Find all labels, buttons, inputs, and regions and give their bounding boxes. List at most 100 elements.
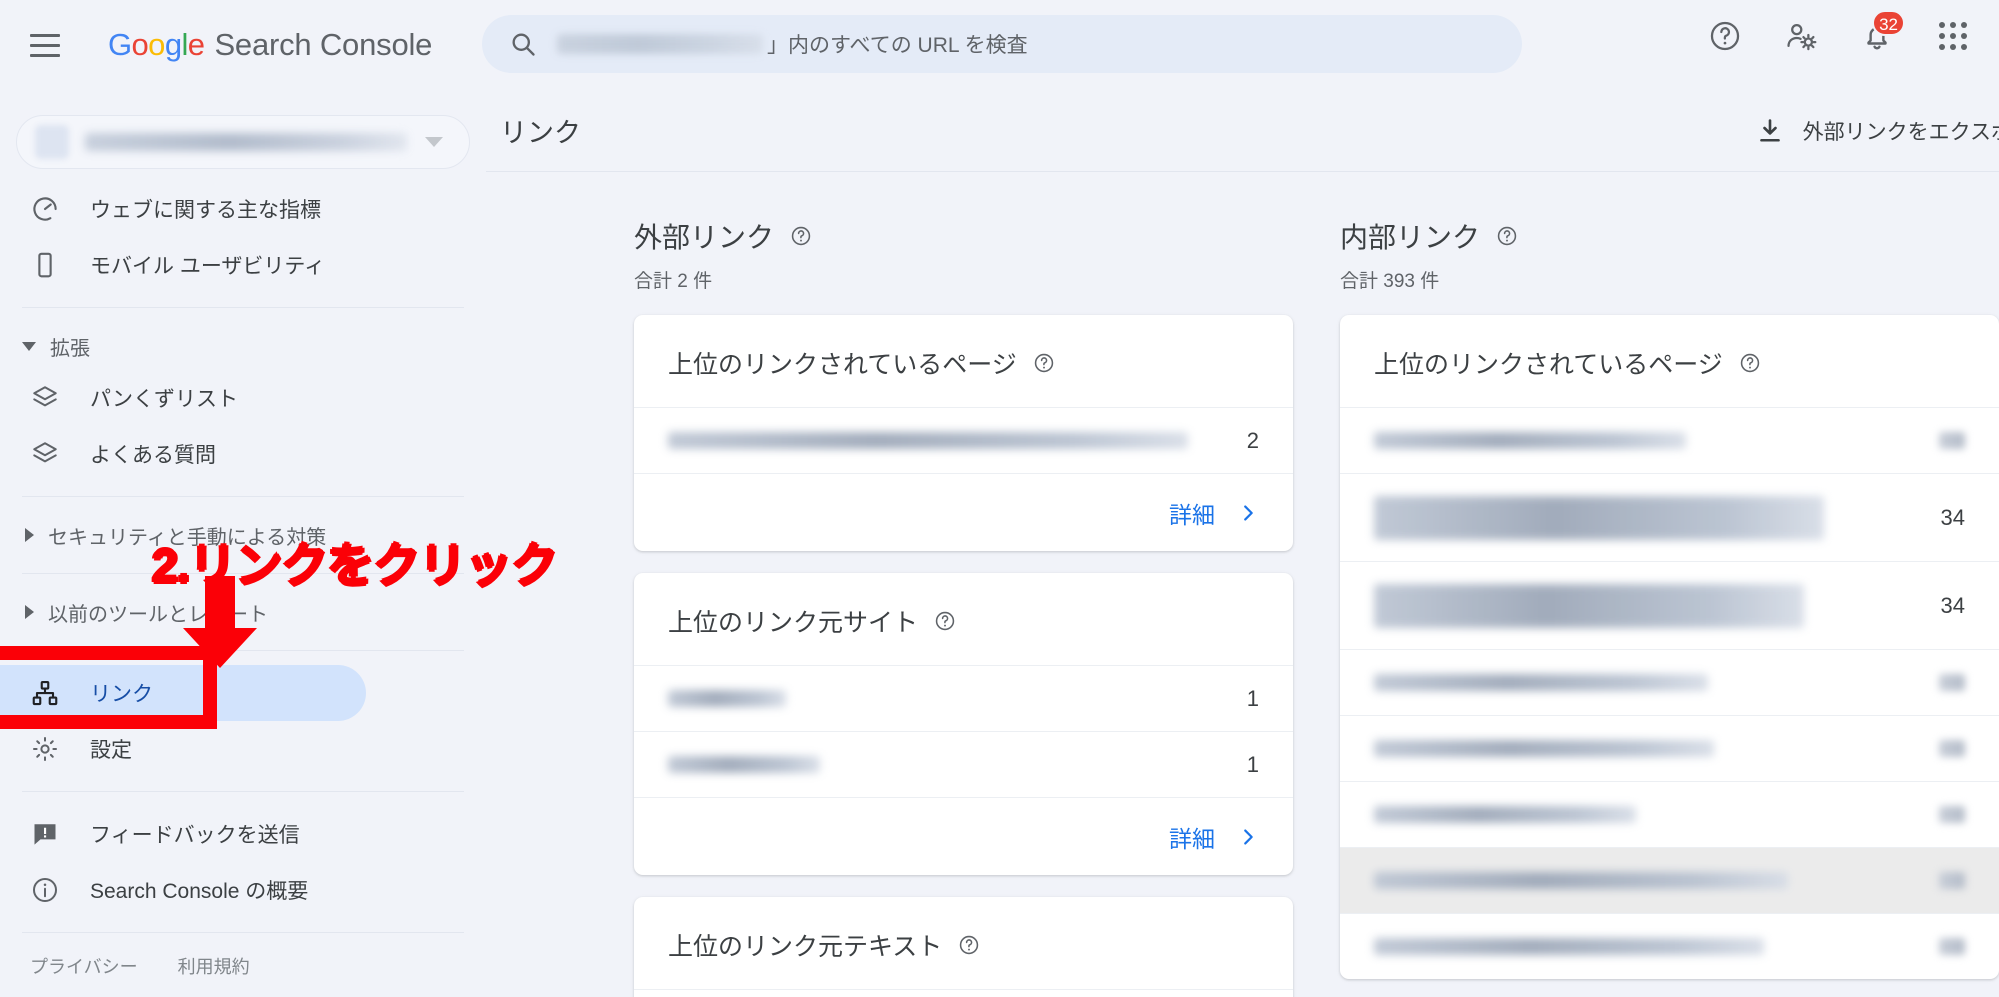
- table-row[interactable]: [1340, 649, 1999, 715]
- table-row[interactable]: [1340, 715, 1999, 781]
- row-count: 34: [1940, 504, 1965, 530]
- feedback-icon: [30, 819, 64, 849]
- download-icon: [1759, 118, 1780, 142]
- sidebar-item-links[interactable]: リンク: [0, 665, 366, 721]
- sidebar-item-about-search-console[interactable]: Search Console の概要: [0, 862, 366, 918]
- card-title: 上位のリンク元テキスト: [634, 897, 1293, 989]
- table-row[interactable]: [634, 989, 1293, 997]
- chevron-down-icon: [425, 137, 443, 147]
- sidebar-group-legacy-tools[interactable]: 以前のツールとレポート: [0, 588, 486, 636]
- row-count: 1: [1246, 685, 1259, 711]
- table-row[interactable]: [1340, 781, 1999, 847]
- sidebar-nav: ウェブに関する主な指標 モバイル ユーザビリティ 拡張 パンくずリスト よくある…: [0, 181, 486, 933]
- card-footer: 詳細: [634, 797, 1293, 875]
- notification-badge: 32: [1872, 10, 1905, 36]
- row-url-redacted: [1374, 740, 1714, 757]
- help-icon[interactable]: [958, 934, 980, 956]
- row-url-redacted: [1374, 495, 1824, 540]
- mobile-icon: [30, 250, 64, 280]
- chevron-right-icon: [25, 605, 34, 619]
- sidebar-item-core-web-vitals[interactable]: ウェブに関する主な指標: [0, 181, 366, 237]
- row-url-redacted: [1374, 806, 1636, 823]
- sidebar-item-label: リンク: [90, 683, 153, 706]
- help-icon[interactable]: [790, 225, 812, 247]
- redacted-site-url: [557, 34, 763, 54]
- details-link[interactable]: 詳細: [1169, 820, 1259, 854]
- sidebar-item-label: 設定: [90, 739, 132, 762]
- card-title: 上位のリンクされているページ: [1340, 315, 1999, 407]
- apps-grid-icon[interactable]: [1933, 16, 1973, 56]
- user-settings-icon[interactable]: [1781, 16, 1821, 56]
- sidebar-group-security[interactable]: セキュリティと手動による対策: [0, 511, 486, 559]
- layers-icon: [30, 439, 64, 469]
- hamburger-menu-icon[interactable]: [22, 22, 68, 68]
- property-name-redacted: [85, 133, 407, 151]
- sidebar-footer-links: プライバシー 利用規約: [30, 953, 250, 979]
- table-row[interactable]: [1340, 913, 1999, 979]
- sidebar-item-breadcrumbs[interactable]: パンくずリスト: [0, 370, 366, 426]
- sidebar-item-label: ウェブに関する主な指標: [90, 199, 321, 222]
- chevron-right-icon: [25, 528, 34, 542]
- main-content: リンク 外部リンクをエクスポー 外部リンク: [486, 90, 1999, 997]
- table-row[interactable]: 34: [1340, 473, 1999, 561]
- sidebar-item-send-feedback[interactable]: フィードバックを送信: [0, 806, 366, 862]
- row-count: 1: [1246, 751, 1259, 777]
- sidebar-item-settings[interactable]: 設定: [0, 721, 366, 777]
- table-row[interactable]: [1340, 847, 1999, 913]
- row-url-redacted: [1374, 432, 1686, 449]
- links-icon: [30, 678, 64, 708]
- external-links-column: 外部リンク 合計 2 件 上位のリンクされているページ 2 詳細 上位のリンク元…: [634, 216, 1293, 997]
- privacy-link[interactable]: プライバシー: [30, 953, 138, 979]
- property-selector[interactable]: [16, 115, 470, 169]
- help-icon[interactable]: [934, 610, 956, 632]
- notifications-bell-icon[interactable]: 32: [1857, 10, 1905, 56]
- card-footer: 詳細: [634, 473, 1293, 551]
- sidebar-item-mobile-usability[interactable]: モバイル ユーザビリティ: [0, 237, 366, 293]
- row-url-redacted: [668, 690, 786, 707]
- table-row[interactable]: [1340, 407, 1999, 473]
- url-inspection-search[interactable]: 」内のすべての URL を検査: [482, 15, 1522, 73]
- layers-icon: [30, 383, 64, 413]
- sidebar-divider: [22, 650, 464, 651]
- help-icon[interactable]: [1705, 16, 1745, 56]
- sidebar-group-label: 拡張: [50, 337, 90, 360]
- export-external-links-button[interactable]: 外部リンクをエクスポー: [1755, 116, 1999, 146]
- search-placeholder: 」内のすべての URL を検査: [557, 29, 1028, 59]
- sidebar-group-enhancements[interactable]: 拡張: [0, 322, 486, 370]
- google-wordmark: Google: [108, 27, 205, 62]
- table-row[interactable]: 1: [634, 731, 1293, 797]
- card-title-text: 上位のリンク元テキスト: [668, 933, 943, 961]
- search-icon: [509, 30, 537, 58]
- help-icon[interactable]: [1739, 352, 1761, 374]
- sidebar-divider: [22, 932, 464, 933]
- row-url-redacted: [1374, 674, 1708, 691]
- search-placeholder-text: 」内のすべての URL を検査: [767, 34, 1028, 57]
- help-icon[interactable]: [1496, 225, 1518, 247]
- sidebar-group-label: 以前のツールとレポート: [48, 603, 268, 626]
- details-link[interactable]: 詳細: [1169, 496, 1259, 530]
- card-title-text: 上位のリンクされているページ: [1374, 351, 1723, 379]
- row-count: 34: [1940, 592, 1965, 618]
- card-top-linked-pages-internal: 上位のリンクされているページ 34 34: [1340, 315, 1999, 979]
- internal-links-column: 内部リンク 合計 393 件 上位のリンクされているページ 34 34: [1340, 216, 1999, 997]
- row-count: 2: [1246, 427, 1259, 453]
- terms-link[interactable]: 利用規約: [178, 953, 250, 979]
- table-row[interactable]: 2: [634, 407, 1293, 473]
- card-title-text: 上位のリンクされているページ: [668, 351, 1017, 379]
- sidebar-item-faq[interactable]: よくある質問: [0, 426, 366, 482]
- product-name: Search Console: [214, 27, 433, 62]
- card-title: 上位のリンクされているページ: [634, 315, 1293, 407]
- row-count: [1939, 740, 1965, 757]
- chevron-right-icon: [1244, 504, 1253, 521]
- sidebar-item-label: モバイル ユーザビリティ: [90, 255, 326, 278]
- table-row[interactable]: 34: [1340, 561, 1999, 649]
- row-url-redacted: [668, 432, 1188, 449]
- brand-logo: Google Search Console: [108, 27, 432, 63]
- help-icon[interactable]: [1033, 352, 1055, 374]
- property-favicon: [35, 125, 69, 159]
- internal-links-header: 内部リンク: [1340, 216, 1999, 256]
- table-row[interactable]: 1: [634, 665, 1293, 731]
- details-link-label: 詳細: [1169, 825, 1215, 852]
- card-top-linked-pages-external: 上位のリンクされているページ 2 詳細: [634, 315, 1293, 551]
- external-links-total: 合計 2 件: [634, 271, 713, 292]
